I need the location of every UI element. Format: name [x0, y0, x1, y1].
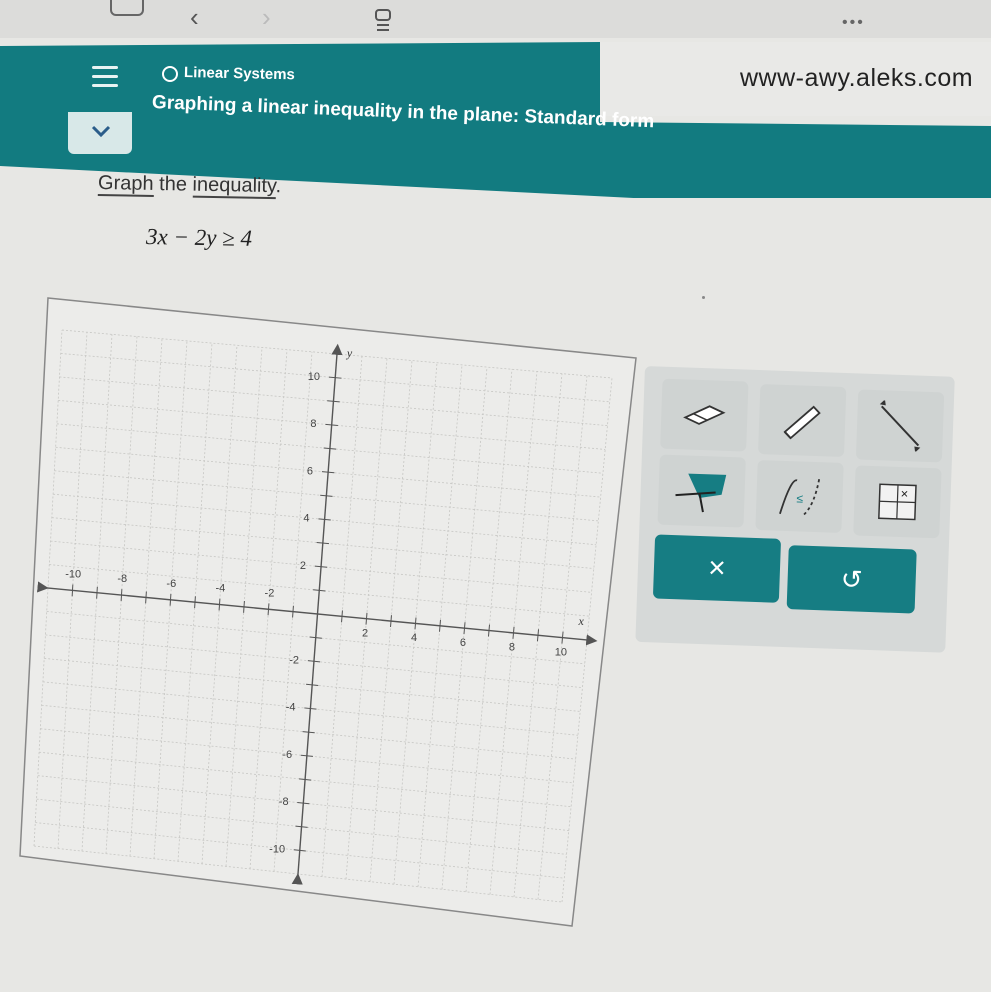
- chevron-down-icon: [91, 125, 111, 138]
- y-tick-label: -4: [286, 702, 296, 714]
- pencil-tool[interactable]: [757, 384, 847, 457]
- eraser-tool[interactable]: [660, 378, 749, 452]
- back-icon[interactable]: ‹: [190, 2, 199, 33]
- problem-prompt: Graph the inequality.: [97, 172, 282, 200]
- y-tick-label: -6: [282, 749, 292, 761]
- x-tick-label: 10: [555, 646, 567, 658]
- url-text: www-awy.aleks.com: [740, 64, 974, 92]
- status-icon: [162, 66, 178, 82]
- topic-title: Linear Systems: [183, 64, 296, 84]
- line-segment-icon: [879, 400, 921, 452]
- parabola-icon: ≤: [779, 478, 821, 516]
- y-tick-label: 8: [310, 418, 316, 430]
- reader-icon[interactable]: [374, 8, 392, 34]
- shade-region-tool[interactable]: [657, 454, 746, 528]
- y-tick-label: 6: [307, 465, 313, 477]
- point-tool[interactable]: ×: [853, 465, 942, 539]
- x-tick: [71, 584, 74, 597]
- x-tick-label: 8: [509, 642, 515, 654]
- x-tick-label: -2: [265, 587, 275, 599]
- browser-toolbar: ‹ › •••: [0, 0, 991, 38]
- eraser-icon: [683, 405, 726, 425]
- clear-button[interactable]: ×: [652, 534, 782, 603]
- graph-panel[interactable]: -10 -8 -6 -4 -2 2 4 6 8 10 10 8 6 4 2 -2 -4 -6 -8 -10 x y: [0, 290, 660, 940]
- tabs-icon[interactable]: [110, 0, 144, 16]
- y-tick-label: -8: [279, 796, 289, 808]
- plot-point-icon: ×: [878, 483, 917, 521]
- x-axis-label: x: [578, 614, 585, 628]
- y-tick-label: 2: [300, 560, 306, 572]
- undo-button[interactable]: ↺: [786, 545, 917, 614]
- inequality-equation: 3x − 2y ≥ 4: [145, 224, 253, 251]
- glossary-link-inequality[interactable]: inequality: [192, 173, 276, 200]
- svg-text:×: ×: [900, 486, 908, 501]
- stray-dot: [702, 296, 705, 299]
- prompt-text: the: [158, 173, 188, 196]
- x-tick-label: 4: [411, 632, 417, 644]
- forward-icon[interactable]: ›: [262, 2, 271, 33]
- address-bar[interactable]: www-awy.aleks.com: [600, 42, 991, 116]
- x-tick-label: -6: [166, 578, 176, 590]
- y-tick-label: -2: [289, 654, 299, 666]
- glossary-link-graph[interactable]: Graph: [97, 172, 154, 197]
- y-tick-label: 10: [308, 371, 320, 383]
- x-tick-label: -10: [65, 568, 81, 580]
- y-axis-label: y: [346, 346, 353, 360]
- more-icon[interactable]: •••: [842, 14, 865, 32]
- line-tool[interactable]: [855, 389, 945, 463]
- x-tick: [96, 586, 98, 599]
- y-tick-label: -10: [269, 843, 285, 855]
- undo-icon: ↺: [840, 563, 864, 595]
- parabola-tool[interactable]: ≤: [755, 459, 844, 533]
- y-tick-label: 4: [303, 513, 309, 525]
- x-tick: [120, 589, 123, 601]
- expand-button[interactable]: [68, 112, 132, 154]
- graph-tools-panel: ≤ × × ↺: [635, 366, 955, 653]
- x-tick-label: 2: [362, 627, 368, 639]
- svg-text:≤: ≤: [796, 491, 803, 505]
- x-tick-label: 6: [460, 637, 466, 649]
- x-tick-label: -8: [117, 573, 127, 585]
- x-tick-label: -4: [215, 583, 225, 595]
- menu-icon[interactable]: [92, 66, 118, 88]
- close-icon: ×: [707, 551, 727, 585]
- region-shade-icon: [675, 473, 727, 513]
- prompt-period: .: [275, 175, 282, 198]
- pencil-icon: [783, 405, 821, 440]
